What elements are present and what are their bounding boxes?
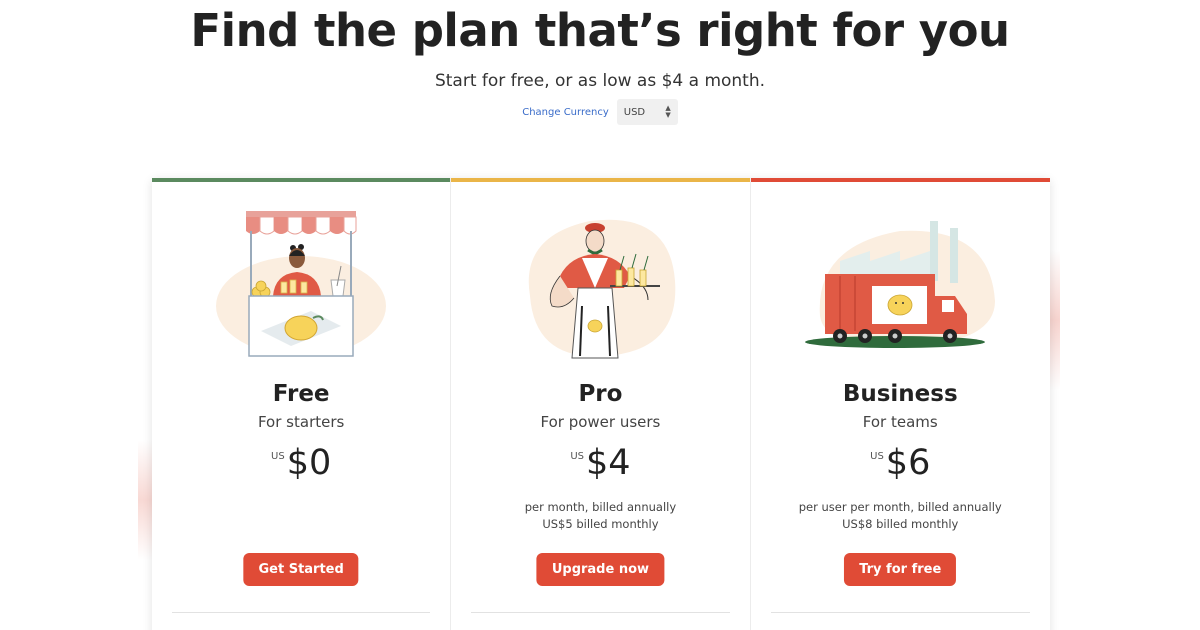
price-amount: $4 [586,443,631,483]
plan-card-pro: Pro For power users US $4 per month, bil… [451,178,751,630]
divider [770,612,1030,613]
currency-select[interactable]: USD ▲ ▼ [616,99,678,125]
billing-line-2: US$8 billed monthly [842,517,959,531]
plan-tagline: For starters [257,413,345,431]
plan-accent-bar [152,178,451,182]
currency-prefix: US [271,451,285,462]
waiter-illustration [529,219,676,359]
currency-select-value: USD [623,106,646,118]
plan-accent-bar [451,178,750,182]
price-amount: $6 [885,443,931,483]
get-started-button[interactable]: Get Started [243,553,359,586]
plan-name: Free [272,381,330,407]
pricing-page: Find the plan that’s right for you Start… [0,0,1200,630]
plan-tagline: For power users [540,413,661,431]
plan-accent-bar [750,178,1050,182]
pricing-cards: Free For starters US $0 Get Started Pro … [152,178,1050,630]
change-currency-link[interactable]: Change Currency [522,107,609,118]
billing-details: per month, billed annually US$5 billed m… [451,499,749,533]
upgrade-now-button[interactable]: Upgrade now [536,553,665,586]
billing-details: per user per month, billed annually US$8… [751,499,1050,533]
billing-line-1: per user per month, billed annually [798,500,1002,514]
plan-name: Pro [578,381,623,407]
divider [471,612,730,613]
try-for-free-button[interactable]: Try for free [844,553,957,586]
select-arrows-icon: ▲ ▼ [665,104,671,119]
plan-card-business: Business For teams US $6 per user per mo… [750,178,1050,630]
page-subtitle: Start for free, or as low as $4 a month. [434,71,766,91]
plan-name: Business [842,381,958,407]
currency-selector-row: Change Currency USD ▲ ▼ [0,99,1200,125]
currency-prefix: US [870,451,884,462]
plan-price: US $4 [451,443,749,483]
divider [172,612,431,613]
lemonade-stand-illustration [216,211,387,357]
billing-line-1: per month, billed annually [524,500,677,514]
billing-line-2: US$5 billed monthly [542,517,659,531]
plan-card-free: Free For starters US $0 Get Started [152,178,452,630]
plan-tagline: For teams [862,413,938,431]
plan-price: US $6 [751,443,1050,483]
page-title: Find the plan that’s right for you [190,4,1010,57]
currency-prefix: US [570,451,584,462]
price-amount: $0 [286,443,332,483]
plan-price: US $0 [152,443,450,483]
delivery-truck-illustration [805,221,996,348]
